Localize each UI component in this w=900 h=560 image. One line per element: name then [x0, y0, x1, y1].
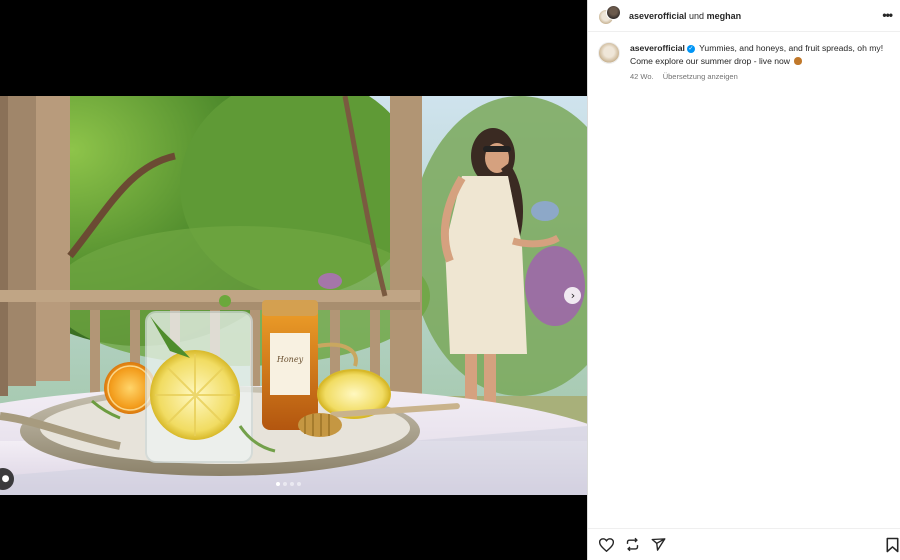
post-details-panel: aseverofficial und meghan ••• aseveroffi… — [587, 0, 900, 560]
caption-body: aseverofficial ✓ Yummies, and honeys, and… — [630, 42, 890, 84]
user-tag-icon: ● — [1, 474, 10, 484]
caption-meta: 42 Wo. Übersetzung anzeigen — [630, 71, 890, 84]
action-bar — [588, 528, 900, 560]
caption-username[interactable]: aseverofficial — [630, 43, 685, 53]
carousel-dot — [290, 482, 294, 486]
send-icon[interactable] — [650, 537, 666, 553]
carousel-next-button[interactable]: › — [564, 287, 581, 304]
more-options-icon[interactable]: ••• — [882, 9, 893, 21]
collab-usernames: aseverofficial und meghan — [629, 11, 741, 21]
carousel-indicator — [276, 482, 301, 486]
media-panel: Honey › ● — [0, 0, 587, 560]
post-photo[interactable]: Honey — [0, 96, 587, 495]
avatar — [606, 4, 621, 20]
carousel-dot — [297, 482, 301, 486]
post-viewer: Honey › ● aseverofficial und meghan ••• … — [0, 0, 900, 560]
post-header: aseverofficial und meghan ••• — [588, 0, 900, 32]
bookmark-icon[interactable] — [886, 537, 899, 558]
avatar[interactable] — [598, 42, 620, 64]
chevron-right-icon: › — [570, 289, 576, 302]
post-caption: aseverofficial ✓ Yummies, and honeys, and… — [588, 32, 900, 84]
carousel-dot — [276, 482, 280, 486]
joiner-text: und — [686, 10, 707, 21]
translate-link[interactable]: Übersetzung anzeigen — [663, 72, 738, 81]
collab-avatars[interactable] — [598, 4, 621, 27]
post-age[interactable]: 42 Wo. — [630, 72, 654, 81]
honey-pot-icon — [794, 57, 803, 66]
svg-text:Honey: Honey — [276, 355, 304, 364]
username-link[interactable]: aseverofficial — [629, 11, 687, 21]
repost-icon[interactable] — [624, 537, 640, 553]
carousel-dot — [283, 482, 287, 486]
verified-badge-icon: ✓ — [686, 44, 695, 53]
username-link[interactable]: meghan — [707, 11, 742, 21]
heart-icon[interactable] — [598, 537, 614, 553]
